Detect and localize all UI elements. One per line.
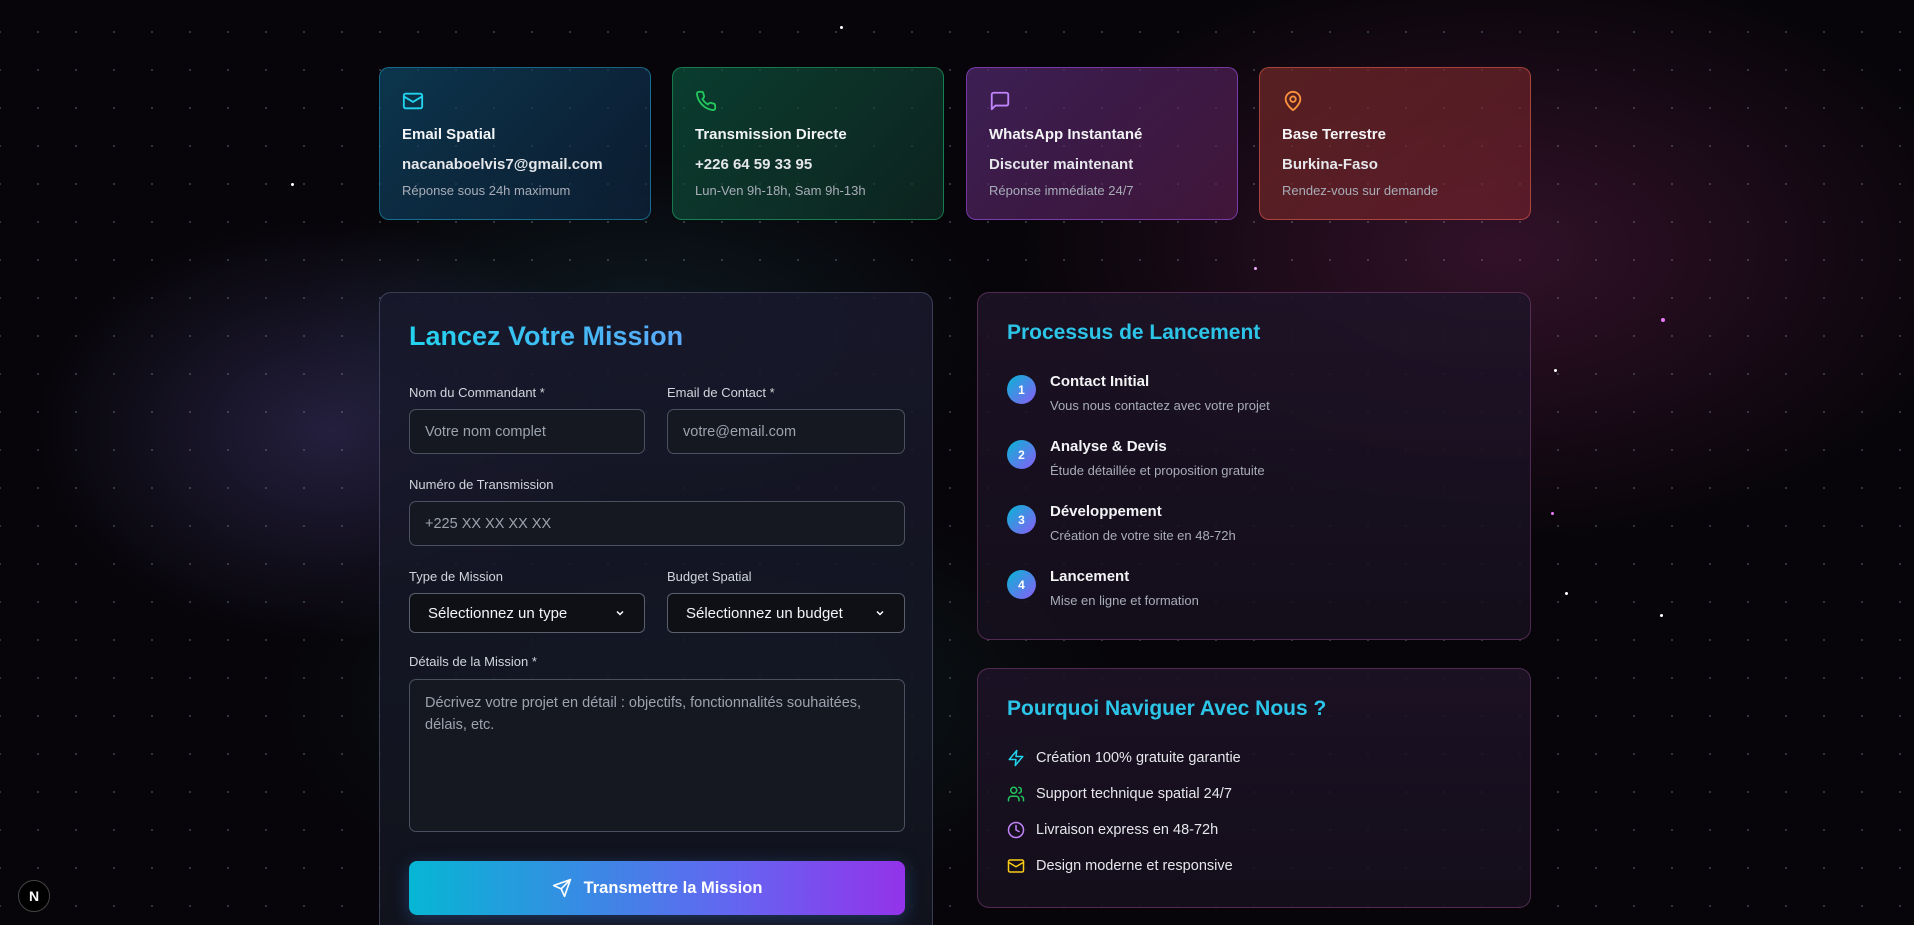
- budget-select-value: Sélectionnez un budget: [686, 604, 843, 622]
- phone-label: Numéro de Transmission: [409, 477, 554, 492]
- contact-card-email[interactable]: Email Spatial nacanaboelvis7@gmail.com R…: [379, 67, 651, 220]
- mail-icon: [1007, 859, 1025, 873]
- mail-icon: [402, 92, 424, 110]
- process-step: 4 Lancement Mise en ligne et formation: [1007, 568, 1199, 608]
- card-title: Transmission Directe: [695, 126, 847, 143]
- star: [840, 26, 843, 29]
- details-label: Détails de la Mission *: [409, 654, 537, 669]
- form-title: Lancez Votre Mission: [409, 321, 903, 352]
- email-label: Email de Contact *: [667, 385, 775, 400]
- feature-text: Livraison express en 48-72h: [1036, 822, 1219, 838]
- type-select-value: Sélectionnez un type: [428, 604, 568, 622]
- process-step: 2 Analyse & Devis Étude détaillée et prop…: [1007, 438, 1265, 478]
- budget-label: Budget Spatial: [667, 569, 752, 584]
- feature-item: Création 100% gratuite garantie: [1007, 749, 1241, 767]
- zap-icon: [1008, 749, 1024, 767]
- feature-text: Design moderne et responsive: [1036, 858, 1233, 874]
- card-subtitle: Rendez-vous sur demande: [1282, 183, 1439, 198]
- type-select[interactable]: Sélectionnez un type: [409, 593, 645, 633]
- step-desc: Étude détaillée et proposition gratuite: [1050, 463, 1265, 478]
- budget-select[interactable]: Sélectionnez un budget: [667, 593, 905, 633]
- phone-input[interactable]: +225 XX XX XX XX: [409, 501, 905, 546]
- process-step: 3 Développement Création de votre site en…: [1007, 503, 1236, 543]
- why-title: Pourquoi Naviguer Avec Nous ?: [1007, 697, 1327, 720]
- step-number: 3: [1007, 505, 1036, 534]
- name-input[interactable]: Votre nom complet: [409, 409, 645, 454]
- chevron-down-icon: [616, 610, 624, 616]
- step-title: Lancement: [1050, 568, 1130, 585]
- step-title: Analyse & Devis: [1050, 438, 1167, 455]
- dev-tools-badge[interactable]: N: [18, 880, 50, 912]
- step-title: Développement: [1050, 503, 1162, 520]
- step-desc: Création de votre site en 48-72h: [1050, 528, 1236, 543]
- users-icon: [1007, 786, 1025, 802]
- map-pin-icon: [1284, 90, 1302, 112]
- card-subtitle: Lun-Ven 9h-18h, Sam 9h-13h: [695, 183, 866, 198]
- card-title: WhatsApp Instantané: [989, 126, 1143, 143]
- mission-form: Lancez Votre Mission Nom du Commandant *…: [379, 292, 933, 925]
- submit-button[interactable]: Transmettre la Mission: [409, 861, 905, 915]
- process-step: 1 Contact Initial Vous nous contactez ave…: [1007, 373, 1270, 413]
- step-number: 2: [1007, 440, 1036, 469]
- type-label: Type de Mission: [409, 569, 503, 584]
- star: [1254, 267, 1257, 270]
- card-value: Discuter maintenant: [989, 156, 1134, 173]
- star: [1554, 369, 1557, 372]
- step-desc: Mise en ligne et formation: [1050, 593, 1199, 608]
- card-value: Burkina-Faso: [1282, 156, 1378, 173]
- chevron-down-icon: [876, 610, 884, 616]
- send-icon: [552, 878, 571, 898]
- details-textarea[interactable]: Décrivez votre projet en détail : object…: [409, 679, 905, 832]
- card-title: Email Spatial: [402, 126, 496, 143]
- card-value: nacanaboelvis7@gmail.com: [402, 156, 603, 173]
- star: [1551, 512, 1554, 515]
- card-title: Base Terrestre: [1282, 126, 1386, 143]
- feature-item: Support technique spatial 24/7: [1007, 785, 1232, 803]
- why-panel: Pourquoi Naviguer Avec Nous ? Création 1…: [977, 668, 1531, 908]
- name-label: Nom du Commandant *: [409, 385, 545, 400]
- step-desc: Vous nous contactez avec votre projet: [1050, 398, 1270, 413]
- contact-card-location[interactable]: Base Terrestre Burkina-Faso Rendez-vous …: [1259, 67, 1531, 220]
- submit-label: Transmettre la Mission: [583, 878, 763, 897]
- star: [1661, 318, 1665, 322]
- message-icon: [990, 91, 1010, 111]
- process-title: Processus de Lancement: [1007, 321, 1261, 344]
- starfield-background: [0, 0, 1914, 925]
- feature-text: Création 100% gratuite garantie: [1036, 750, 1241, 766]
- feature-text: Support technique spatial 24/7: [1036, 786, 1232, 802]
- feature-item: Design moderne et responsive: [1007, 857, 1233, 875]
- contact-card-whatsapp[interactable]: WhatsApp Instantané Discuter maintenant …: [966, 67, 1238, 220]
- contact-card-phone[interactable]: Transmission Directe +226 64 59 33 95 Lu…: [672, 67, 944, 220]
- card-value: +226 64 59 33 95: [695, 156, 813, 173]
- star: [1565, 592, 1568, 595]
- phone-icon: [696, 90, 717, 111]
- card-subtitle: Réponse sous 24h maximum: [402, 183, 571, 198]
- card-subtitle: Réponse immédiate 24/7: [989, 183, 1134, 198]
- step-title: Contact Initial: [1050, 373, 1150, 390]
- step-number: 4: [1007, 570, 1036, 599]
- step-number: 1: [1007, 375, 1036, 404]
- star: [1660, 614, 1663, 617]
- star: [291, 183, 294, 186]
- process-panel: Processus de Lancement 1 Contact Initial…: [977, 292, 1531, 640]
- email-input[interactable]: votre@email.com: [667, 409, 905, 454]
- feature-item: Livraison express en 48-72h: [1007, 821, 1218, 839]
- clock-icon: [1007, 821, 1025, 839]
